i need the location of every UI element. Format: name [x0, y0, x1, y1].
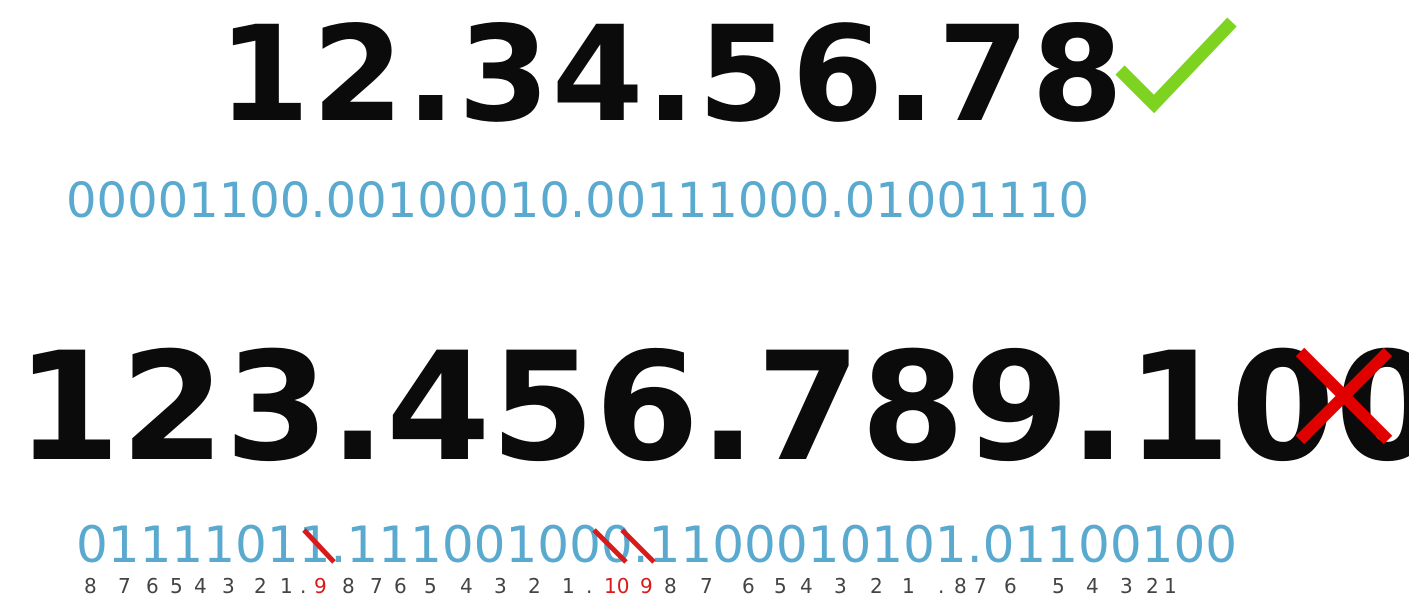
bit-count-separator: . — [938, 574, 945, 598]
bit-count-label: 8 — [84, 574, 97, 598]
bit-count-label: 2 — [870, 574, 883, 598]
bit-count-label: 1 — [562, 574, 575, 598]
bit-count-label: 4 — [800, 574, 813, 598]
bit-count-label: 3 — [494, 574, 507, 598]
bit-count-label: 5 — [170, 574, 183, 598]
bit-count-label: 3 — [1120, 574, 1133, 598]
overflow-strike-marks — [302, 528, 656, 564]
bit-count-label: 9 — [314, 574, 327, 598]
bit-count-label: 7 — [974, 574, 987, 598]
overflow-strike-1 — [302, 528, 336, 564]
bit-count-separator: . — [300, 574, 307, 598]
bit-count-label: 3 — [222, 574, 235, 598]
bit-count-label: 2 — [1146, 574, 1159, 598]
bit-count-label: 5 — [424, 574, 437, 598]
bit-count-label: 4 — [460, 574, 473, 598]
bit-position-counts: 8 7 6 5 4 3 2 1. 9 8 7 6 5 4 3 2 1. 10 9 8 7 6 5 4 3 2 1. 8 7 6 5 4 3 2 1 — [0, 574, 1409, 604]
bit-count-label: 4 — [1086, 574, 1099, 598]
bit-count-label: 3 — [834, 574, 847, 598]
bit-count-label: 6 — [1004, 574, 1017, 598]
bit-count-label: 1 — [902, 574, 915, 598]
bit-count-label: 5 — [1052, 574, 1065, 598]
bit-count-label: 8 — [954, 574, 967, 598]
bit-count-label: 8 — [342, 574, 355, 598]
bit-count-label: 6 — [394, 574, 407, 598]
bit-count-label: 6 — [742, 574, 755, 598]
bit-count-label: 7 — [118, 574, 131, 598]
bit-count-label: 2 — [254, 574, 267, 598]
bit-count-label: 10 — [604, 574, 630, 598]
bit-count-label: 5 — [774, 574, 787, 598]
bit-count-label: 6 — [146, 574, 159, 598]
bit-count-label: 8 — [664, 574, 677, 598]
bit-count-separator: . — [586, 574, 593, 598]
bit-count-label: 2 — [528, 574, 541, 598]
bit-count-label: 7 — [370, 574, 383, 598]
overflow-strike-2 — [592, 528, 628, 564]
bit-count-label: 1 — [1164, 574, 1177, 598]
bit-count-label: 7 — [700, 574, 713, 598]
bit-count-label: 1 — [280, 574, 293, 598]
bit-count-label: 9 — [640, 574, 653, 598]
overflow-strike-3 — [620, 528, 656, 564]
bit-count-label: 4 — [194, 574, 207, 598]
